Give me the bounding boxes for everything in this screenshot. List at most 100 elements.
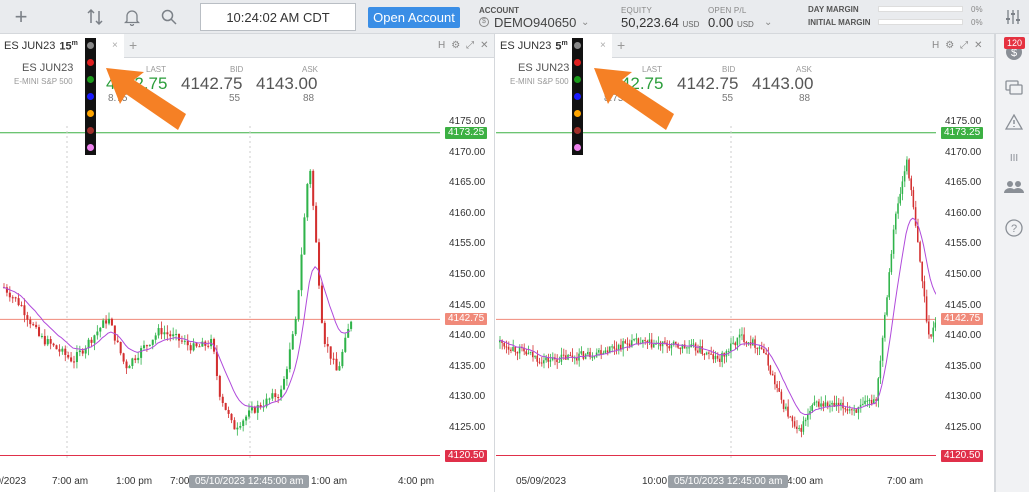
palette-swatch[interactable]	[574, 110, 581, 117]
candle-body	[306, 184, 309, 218]
panel-tools[interactable]: H⚙⤢✕	[438, 40, 494, 51]
candle-body	[26, 315, 29, 320]
candle-body	[758, 347, 761, 349]
candle-body	[635, 338, 637, 340]
candle-body	[166, 332, 169, 335]
candle-body	[119, 341, 122, 354]
palette-swatch[interactable]	[87, 76, 94, 83]
candle-body	[815, 401, 818, 403]
candle-body	[183, 340, 186, 342]
cursor-time-badge: 05/10/2023 12:45:00 am	[189, 475, 310, 488]
color-palette[interactable]	[85, 38, 96, 155]
candle-body	[285, 369, 288, 379]
candle-body	[914, 207, 917, 226]
search-icon[interactable]	[158, 6, 180, 28]
candle-body	[268, 398, 271, 400]
palette-swatch[interactable]	[574, 76, 581, 83]
panel-tools[interactable]: H⚙⤢✕	[932, 40, 989, 51]
account-chevron-down-icon[interactable]: ⌄	[581, 17, 589, 28]
clock-display: 10:24:02 AM CDT	[200, 3, 356, 31]
price-axis-label: 4150.00	[449, 269, 486, 280]
candle-body	[239, 425, 242, 428]
tab-close-icon[interactable]: ×	[112, 40, 118, 51]
bars-icon[interactable]: III	[1004, 148, 1024, 168]
palette-swatch[interactable]	[574, 127, 581, 134]
palette-swatch[interactable]	[574, 93, 581, 100]
tab-add-icon[interactable]: +	[617, 37, 625, 53]
candle-body	[529, 351, 532, 353]
tab-es-jun23-15m[interactable]: ES JUN23 15m	[0, 34, 124, 58]
palette-swatch[interactable]	[87, 59, 94, 66]
candle-body	[224, 402, 227, 410]
candle-body	[802, 421, 805, 432]
warning-icon[interactable]	[1004, 112, 1024, 132]
candle-body	[771, 373, 774, 376]
candle-body	[919, 242, 921, 262]
candle-body	[172, 334, 175, 337]
candle-body	[712, 354, 714, 360]
candle-body	[765, 352, 767, 355]
palette-swatch[interactable]	[87, 42, 94, 49]
users-icon[interactable]	[1004, 177, 1024, 197]
palette-swatch[interactable]	[87, 93, 94, 100]
palette-swatch[interactable]	[87, 110, 94, 117]
candle-body	[137, 357, 140, 361]
candle-body	[906, 159, 908, 172]
bid-value: 4142.75	[181, 74, 243, 93]
candlestick-chart[interactable]	[0, 126, 440, 460]
candle-body	[844, 408, 846, 410]
candle-body	[864, 400, 866, 404]
sort-arrows-icon[interactable]	[84, 6, 106, 28]
palette-swatch[interactable]	[574, 42, 581, 49]
candle-body	[11, 297, 14, 299]
candle-body	[518, 347, 521, 354]
candle-body	[180, 340, 183, 342]
candle-body	[884, 314, 886, 338]
palette-swatch[interactable]	[87, 127, 94, 134]
candle-body	[514, 346, 516, 353]
candle-body	[558, 361, 560, 363]
candle-body	[604, 350, 607, 353]
candle-body	[710, 353, 712, 355]
open-pl-chevron-down-icon[interactable]: ⌄	[764, 17, 772, 28]
palette-swatch[interactable]	[87, 144, 94, 151]
candle-body	[668, 346, 670, 349]
bell-icon[interactable]	[121, 6, 143, 28]
candle-body	[846, 409, 849, 411]
candle-body	[752, 339, 754, 346]
candle-body	[73, 361, 76, 363]
color-palette[interactable]	[572, 38, 583, 155]
open-account-button[interactable]: Open Account	[368, 7, 460, 28]
candle-body	[760, 347, 763, 350]
tab-close-icon[interactable]: ×	[600, 40, 606, 51]
add-icon[interactable]: +	[10, 4, 32, 29]
tab-es-jun23-5m[interactable]: ES JUN23 5m	[496, 34, 612, 58]
tab-add-icon[interactable]: +	[129, 37, 137, 53]
candle-body	[774, 375, 776, 385]
candle-body	[221, 396, 224, 403]
candle-body	[195, 343, 198, 347]
palette-swatch[interactable]	[574, 59, 581, 66]
candle-body	[648, 339, 651, 343]
candle-body	[338, 366, 341, 371]
candle-body	[326, 343, 329, 347]
candle-body	[87, 339, 90, 349]
top-toolbar: + 10:24:02 AM CDT Open Account ACCOUNT $…	[0, 0, 1029, 34]
candle-body	[323, 322, 326, 344]
candle-body	[679, 347, 681, 350]
candle-body	[745, 342, 747, 344]
chat-icon[interactable]	[1004, 78, 1024, 98]
sliders-icon[interactable]	[1002, 6, 1024, 28]
candle-body	[78, 350, 81, 353]
candle-body	[105, 320, 108, 324]
candle-body	[881, 337, 884, 361]
palette-swatch[interactable]	[574, 144, 581, 151]
candle-body	[99, 327, 102, 332]
candle-body	[556, 359, 558, 363]
tab-interval: 15m	[59, 39, 78, 53]
candle-body	[125, 361, 128, 369]
help-icon[interactable]: ?	[1004, 218, 1024, 238]
account-value[interactable]: DEMO940650	[494, 15, 576, 30]
candlestick-chart[interactable]	[496, 126, 936, 460]
bid-value: 4142.75	[677, 74, 739, 93]
